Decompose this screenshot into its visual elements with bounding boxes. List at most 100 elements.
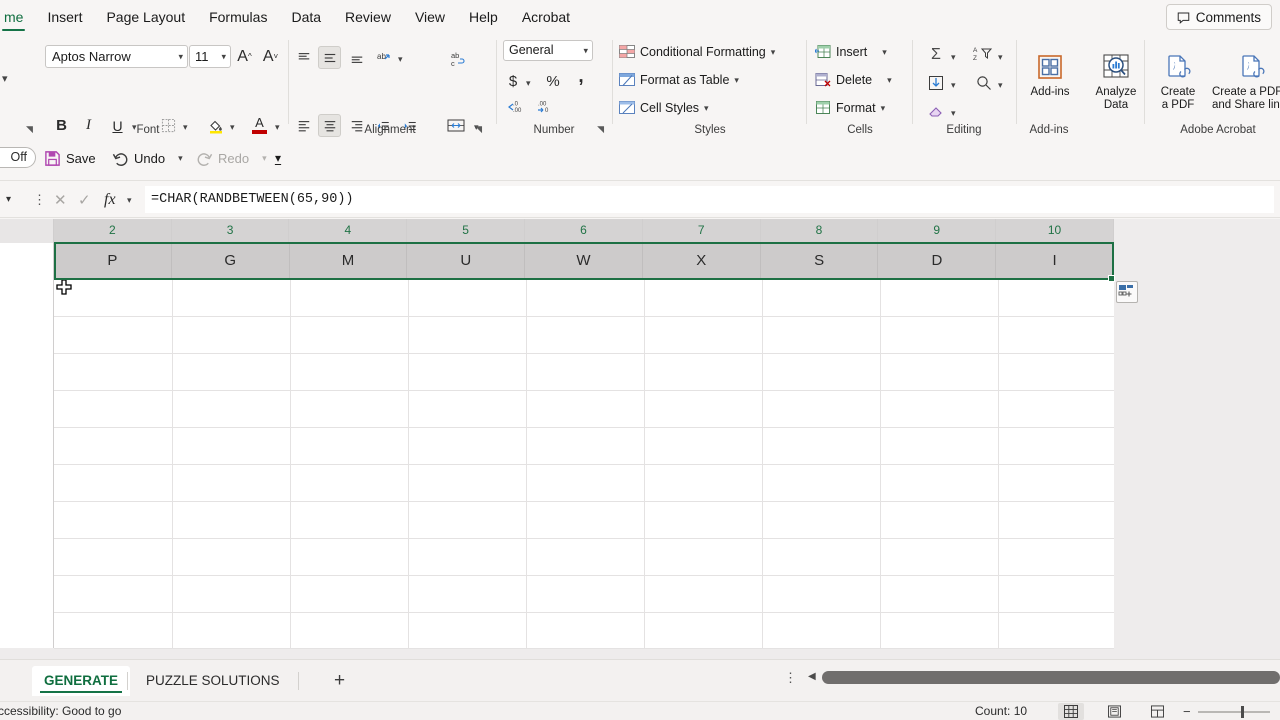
- autosum-button[interactable]: Σ: [924, 44, 948, 66]
- column-header-5[interactable]: 5: [407, 219, 526, 243]
- cell-value[interactable]: W: [525, 243, 643, 279]
- ribbon-tab-insert[interactable]: Insert: [35, 2, 94, 32]
- chevron-down-icon[interactable]: ▾: [998, 52, 1003, 63]
- increase-font-size-button[interactable]: A ^: [233, 45, 256, 68]
- scroll-left-icon[interactable]: ◀: [808, 671, 816, 682]
- ribbon-tab-page-layout[interactable]: Page Layout: [94, 2, 197, 32]
- create-pdf-button[interactable]: Create a PDF: [1146, 48, 1210, 112]
- find-and-select-button[interactable]: [972, 72, 996, 94]
- orientation-button[interactable]: ab: [372, 46, 395, 69]
- horizontal-scrollbar[interactable]: [822, 671, 1280, 684]
- text-orientation-icon: ab: [377, 52, 390, 61]
- zoom-slider-thumb[interactable]: [1241, 706, 1244, 718]
- sort-and-filter-button[interactable]: A Z: [970, 42, 996, 66]
- format-as-table-button[interactable]: Format as Table ▾: [619, 72, 739, 88]
- chevron-down-icon[interactable]: ▾: [526, 78, 531, 89]
- ribbon-tab-help[interactable]: Help: [457, 2, 510, 32]
- name-box-expand-icon[interactable]: ⋮: [33, 192, 46, 208]
- cell-value[interactable]: U: [407, 243, 526, 279]
- delete-cells-button[interactable]: Delete ▾: [815, 72, 892, 88]
- formula-input[interactable]: =CHAR(RANDBETWEEN(65,90)): [145, 186, 1274, 213]
- font-size-input[interactable]: 11 ▾: [189, 45, 231, 68]
- chevron-down-icon[interactable]: ▾: [951, 108, 956, 119]
- column-header-6[interactable]: 6: [525, 219, 643, 243]
- cell-styles-button[interactable]: Cell Styles ▾: [619, 100, 709, 116]
- select-all-corner[interactable]: [0, 219, 54, 243]
- align-top-button[interactable]: [292, 46, 315, 69]
- column-header-9[interactable]: 9: [878, 219, 997, 243]
- analyze-data-button[interactable]: Analyze Data: [1084, 48, 1148, 112]
- expand-formula-bar-icon[interactable]: ▾: [127, 195, 132, 206]
- number-format-select[interactable]: General ▾: [503, 40, 593, 61]
- chevron-down-icon[interactable]: ▾: [398, 54, 403, 65]
- add-ins-button[interactable]: Add-ins: [1018, 48, 1082, 99]
- redo-icon: [197, 153, 213, 166]
- insert-cells-button[interactable]: Insert ▾: [815, 44, 887, 60]
- decrease-font-size-button[interactable]: A ˅: [259, 45, 282, 68]
- ribbon-tab-formulas[interactable]: Formulas: [197, 2, 279, 32]
- cell-value[interactable]: D: [878, 243, 997, 279]
- redo-button[interactable]: Redo ▾: [196, 150, 267, 167]
- accessibility-status[interactable]: Accessibility: Good to go: [0, 704, 121, 718]
- ribbon-expand-icon[interactable]: ▾: [2, 72, 8, 85]
- chevron-down-icon[interactable]: ▾: [178, 153, 183, 164]
- comma-format-button[interactable]: ,: [571, 66, 591, 88]
- column-header-10[interactable]: 10: [996, 219, 1114, 243]
- cell-value[interactable]: X: [643, 243, 761, 279]
- column-header-8[interactable]: 8: [760, 219, 879, 243]
- column-header-2[interactable]: 2: [53, 219, 172, 243]
- cell-value[interactable]: M: [290, 243, 408, 279]
- conditional-formatting-button[interactable]: Conditional Formatting ▾: [619, 44, 775, 60]
- chevron-down-icon[interactable]: ▾: [262, 153, 267, 164]
- autosave-toggle[interactable]: Off: [0, 147, 36, 168]
- align-top-icon: [298, 52, 309, 59]
- ribbon-tab-acrobat[interactable]: Acrobat: [510, 2, 582, 32]
- normal-view-button[interactable]: [1058, 703, 1084, 720]
- page-layout-view-button[interactable]: [1101, 703, 1127, 720]
- ribbon-tab-home[interactable]: me: [0, 2, 35, 32]
- column-header-3[interactable]: 3: [171, 219, 290, 243]
- save-button[interactable]: Save: [44, 150, 96, 167]
- chevron-down-icon[interactable]: ▾: [951, 52, 956, 63]
- column-header-7[interactable]: 7: [642, 219, 761, 243]
- sheet-tab-puzzle-solutions[interactable]: PUZZLE SOLUTIONS: [134, 666, 292, 696]
- page-break-preview-button[interactable]: [1144, 703, 1170, 720]
- percent-format-button[interactable]: %: [543, 70, 563, 92]
- decrease-decimal-button[interactable]: .00 0: [534, 96, 558, 118]
- cell-value[interactable]: G: [172, 243, 290, 279]
- sheet-tab-generate[interactable]: GENERATE: [32, 666, 131, 696]
- horizontal-scrollbar-thumb[interactable]: [822, 671, 1280, 684]
- align-middle-button[interactable]: [318, 46, 341, 69]
- enter-formula-icon[interactable]: ✓: [78, 191, 91, 209]
- insert-function-icon[interactable]: fx: [104, 191, 116, 209]
- font-name-input[interactable]: Aptos Narrow ▾: [45, 45, 188, 68]
- ribbon-tab-review[interactable]: Review: [333, 2, 403, 32]
- accounting-format-button[interactable]: $: [503, 70, 523, 92]
- sheet-scroll-options-icon[interactable]: ⋮: [784, 670, 797, 686]
- ribbon-tab-view[interactable]: View: [403, 2, 457, 32]
- fill-handle[interactable]: [1108, 275, 1115, 282]
- name-box-dropdown-icon[interactable]: ▾: [6, 194, 11, 205]
- ribbon-tab-data[interactable]: Data: [279, 2, 333, 32]
- cell-value[interactable]: P: [54, 243, 172, 279]
- undo-button[interactable]: Undo ▾: [112, 150, 183, 167]
- zoom-slider[interactable]: [1198, 711, 1270, 713]
- format-cells-button[interactable]: Format ▾: [815, 100, 885, 116]
- cancel-formula-icon[interactable]: ✕: [54, 191, 67, 209]
- create-pdf-and-share-link-button[interactable]: Create a PDF and Share link: [1212, 48, 1280, 112]
- add-sheet-button[interactable]: +: [334, 670, 345, 692]
- increase-decimal-button[interactable]: .0 .00: [503, 96, 527, 118]
- chevron-down-icon[interactable]: ▾: [998, 80, 1003, 91]
- quick-analysis-button[interactable]: [1116, 281, 1138, 303]
- comments-button[interactable]: Comments: [1165, 4, 1272, 30]
- fill-button[interactable]: [924, 72, 948, 94]
- customize-quick-access-toolbar-button[interactable]: ▾̲: [275, 151, 281, 165]
- cell-value[interactable]: S: [761, 243, 879, 279]
- chevron-down-icon[interactable]: ▾: [951, 80, 956, 91]
- zoom-out-button[interactable]: −: [1183, 704, 1191, 719]
- clear-button[interactable]: [924, 100, 948, 122]
- align-bottom-button[interactable]: [345, 46, 368, 69]
- column-header-4[interactable]: 4: [289, 219, 408, 243]
- wrap-text-button[interactable]: ab c: [445, 46, 471, 71]
- cell-value[interactable]: I: [996, 243, 1115, 279]
